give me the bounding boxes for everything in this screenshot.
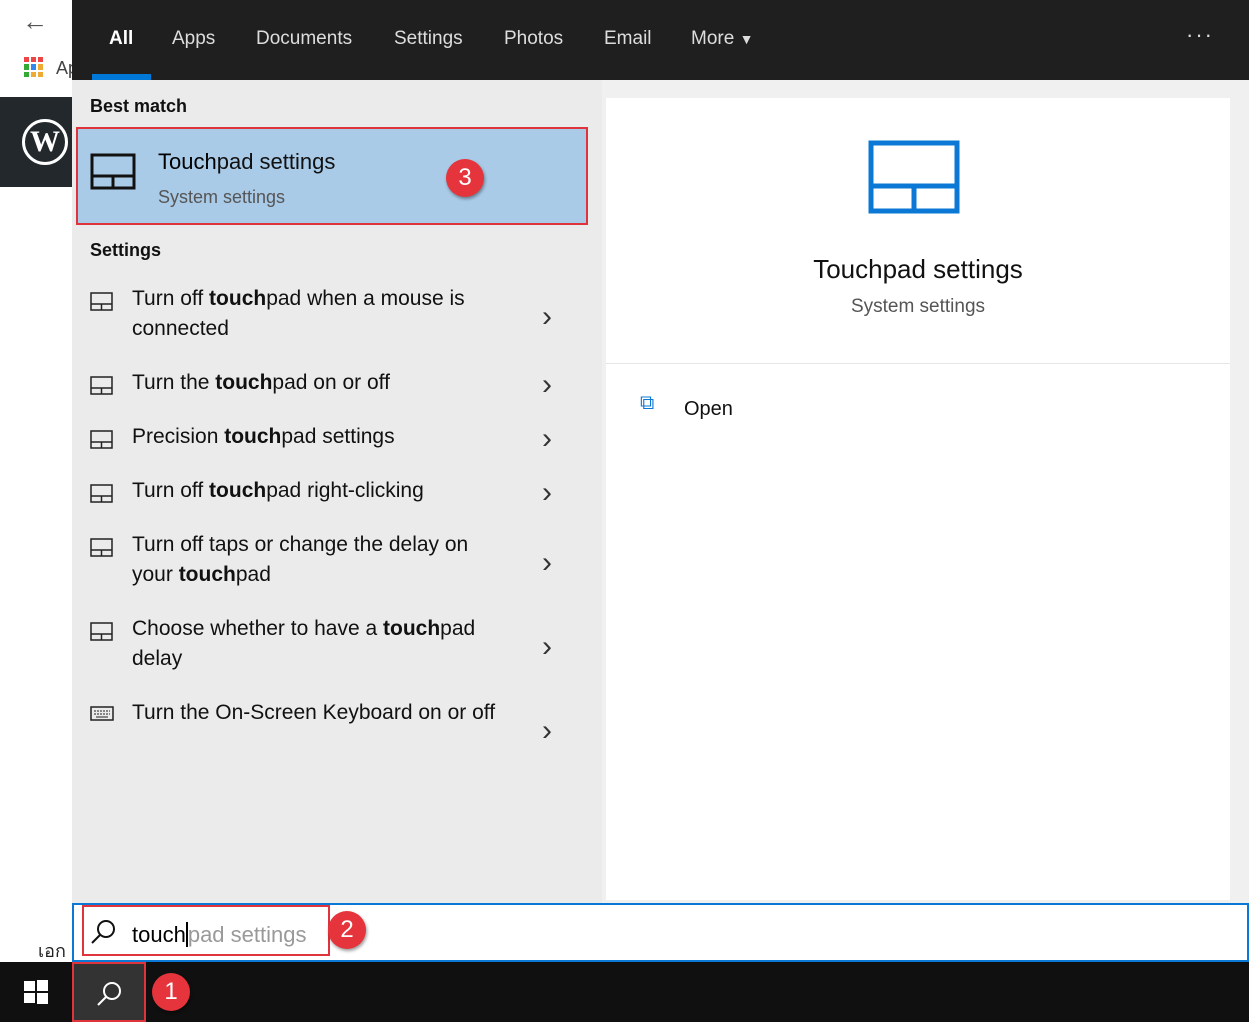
annotation-badge: 3 [446, 159, 484, 197]
annotation-badge: 1 [152, 973, 190, 1011]
chevron-right-icon: › [542, 368, 552, 401]
touchpad-icon [90, 292, 113, 311]
title-bold: Touch [158, 149, 217, 174]
item-label: Precision touchpad settings [132, 422, 512, 452]
apps-grid-icon[interactable] [24, 57, 44, 77]
preview-header: Touchpad settings System settings [606, 98, 1230, 364]
annotation-badge: 2 [328, 911, 366, 949]
search-icon [97, 982, 121, 1006]
footer-text: เอก [38, 941, 66, 961]
item-label: Turn the On-Screen Keyboard on or off [132, 698, 512, 728]
arrow-left-icon[interactable]: ← [22, 6, 48, 37]
label-pre: Turn the On-Screen Keyboard on or off [132, 701, 496, 724]
open-label: Open [684, 398, 733, 420]
settings-heading: Settings [90, 240, 162, 260]
label-post: pad right-clicking [266, 479, 424, 502]
best-match-item[interactable]: Touchpad settings System settings 3 [76, 127, 588, 225]
open-action[interactable]: ⧉ Open [640, 392, 840, 424]
search-panel: All Apps Documents Settings Photos Email… [72, 0, 1249, 962]
preview-pane: Touchpad settings System settings ⧉ Open [606, 98, 1230, 900]
chevron-right-icon: › [542, 476, 552, 509]
best-match-heading: Best match [90, 96, 188, 116]
touchpad-icon [90, 430, 113, 449]
chevron-right-icon: › [542, 422, 552, 455]
tab-documents[interactable]: Documents [256, 28, 352, 50]
label-bold: touch [215, 371, 273, 394]
best-match-subtitle: System settings [158, 187, 286, 207]
chevron-right-icon: › [542, 714, 552, 747]
item-label: Turn off touchpad when a mouse is connec… [132, 284, 512, 344]
search-suggestion: pad settings [187, 922, 307, 947]
label-pre: Choose whether to have a [132, 617, 383, 640]
tab-bar: All Apps Documents Settings Photos Email… [72, 0, 1249, 80]
tab-photos[interactable]: Photos [504, 28, 563, 50]
tab-settings[interactable]: Settings [394, 28, 463, 50]
taskbar: 1 [0, 962, 1249, 1022]
search-typed: touch [132, 922, 188, 947]
label-post: pad on or off [272, 371, 390, 394]
title-rest: pad settings [216, 149, 336, 174]
label-post: pad [235, 563, 271, 586]
label-pre: Turn off [132, 479, 210, 502]
touchpad-icon [90, 484, 113, 503]
touchpad-icon [90, 376, 113, 395]
caret-down-icon: ▼ [739, 31, 754, 47]
label-pre: Precision [132, 425, 225, 448]
touchpad-icon [90, 538, 113, 557]
search-bar[interactable]: touchpad settings 2 [72, 903, 1249, 962]
preview-subtitle: System settings [850, 296, 986, 317]
touchpad-large-icon [868, 140, 960, 214]
touchpad-icon [90, 153, 136, 190]
ellipsis-icon[interactable]: ··· [1186, 22, 1214, 48]
tab-more[interactable]: More ▼ [691, 28, 753, 50]
wordpress-logo: W [0, 97, 72, 187]
tab-email[interactable]: Email [604, 28, 652, 50]
chevron-right-icon: › [542, 300, 552, 333]
label-bold: touch [178, 563, 236, 586]
label-bold: touch [383, 617, 441, 640]
preview-title: Touchpad settings [813, 254, 1023, 284]
item-label: Turn off touchpad right-clicking [132, 476, 512, 506]
search-icon [91, 920, 115, 944]
item-label: Turn the touchpad on or off [132, 368, 512, 398]
item-label: Turn off taps or change the delay on you… [132, 530, 512, 590]
chevron-right-icon: › [542, 630, 552, 663]
search-input[interactable]: touchpad settings [132, 922, 306, 948]
label-bold: touch [209, 479, 267, 502]
keyboard-icon [90, 706, 114, 721]
windows-start-icon[interactable] [24, 980, 48, 1004]
item-label: Choose whether to have a touchpad delay [132, 614, 512, 674]
tab-more-label: More [691, 28, 735, 49]
label-post: pad settings [281, 425, 395, 448]
label-pre: Turn the [132, 371, 216, 394]
label-pre: Turn off [132, 287, 210, 310]
chevron-right-icon: › [542, 546, 552, 579]
open-external-icon: ⧉ [640, 392, 655, 414]
tab-apps[interactable]: Apps [172, 28, 215, 50]
label-bold: touch [209, 287, 267, 310]
best-match-title: Touchpad settings [158, 149, 335, 175]
tab-all[interactable]: All [109, 28, 133, 50]
label-bold: touch [224, 425, 282, 448]
touchpad-icon [90, 622, 113, 641]
taskbar-search-button[interactable] [72, 962, 146, 1022]
